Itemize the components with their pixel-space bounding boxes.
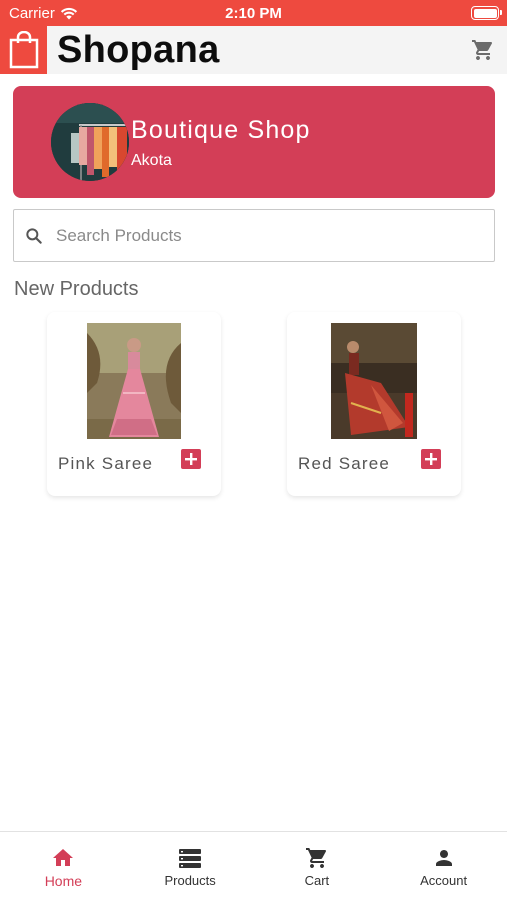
nav-cart[interactable]: Cart	[254, 832, 381, 900]
nav-cart-label: Cart	[304, 873, 330, 888]
product-card[interactable]: Red Saree	[287, 312, 461, 496]
app-title: Shopana	[57, 29, 220, 71]
home-icon	[53, 849, 74, 866]
person-icon	[435, 850, 452, 866]
add-to-cart-button[interactable]	[421, 449, 441, 469]
bottom-nav: Home Products Cart Account	[0, 831, 507, 900]
status-time: 2:10 PM	[225, 5, 282, 22]
search-input[interactable]	[56, 210, 481, 261]
product-image[interactable]	[87, 323, 181, 439]
nav-products[interactable]: Products	[127, 832, 254, 900]
product-image[interactable]	[331, 323, 417, 439]
product-name: Pink Saree	[58, 454, 154, 473]
section-title: New Products	[14, 278, 139, 300]
product-card[interactable]: Pink Saree	[47, 312, 221, 496]
nav-home-label: Home	[44, 873, 83, 889]
plus-icon	[185, 453, 197, 465]
shop-avatar	[51, 103, 129, 181]
search-icon	[26, 228, 42, 244]
plus-icon	[425, 453, 437, 465]
shopping-bag-icon	[9, 31, 38, 69]
nav-account-label: Account	[420, 873, 468, 888]
product-name: Red Saree	[298, 454, 391, 473]
add-to-cart-button[interactable]	[181, 449, 201, 469]
products-list-icon	[179, 849, 202, 868]
shop-location: Akota	[131, 152, 172, 169]
nav-products-label: Products	[164, 873, 216, 888]
shop-avatar-image	[51, 103, 129, 181]
search-box[interactable]	[13, 209, 495, 262]
cart-icon	[305, 848, 326, 868]
app-header: Shopana	[0, 26, 507, 74]
nav-account[interactable]: Account	[380, 832, 507, 900]
status-bar: Carrier 2:10 PM	[0, 0, 507, 26]
shop-name: Boutique Shop	[131, 116, 311, 144]
shop-card[interactable]: Boutique Shop Akota	[13, 86, 495, 198]
cart-icon[interactable]	[471, 38, 495, 62]
nav-home[interactable]: Home	[0, 832, 127, 900]
app-logo	[0, 26, 47, 74]
battery-icon	[471, 6, 502, 20]
